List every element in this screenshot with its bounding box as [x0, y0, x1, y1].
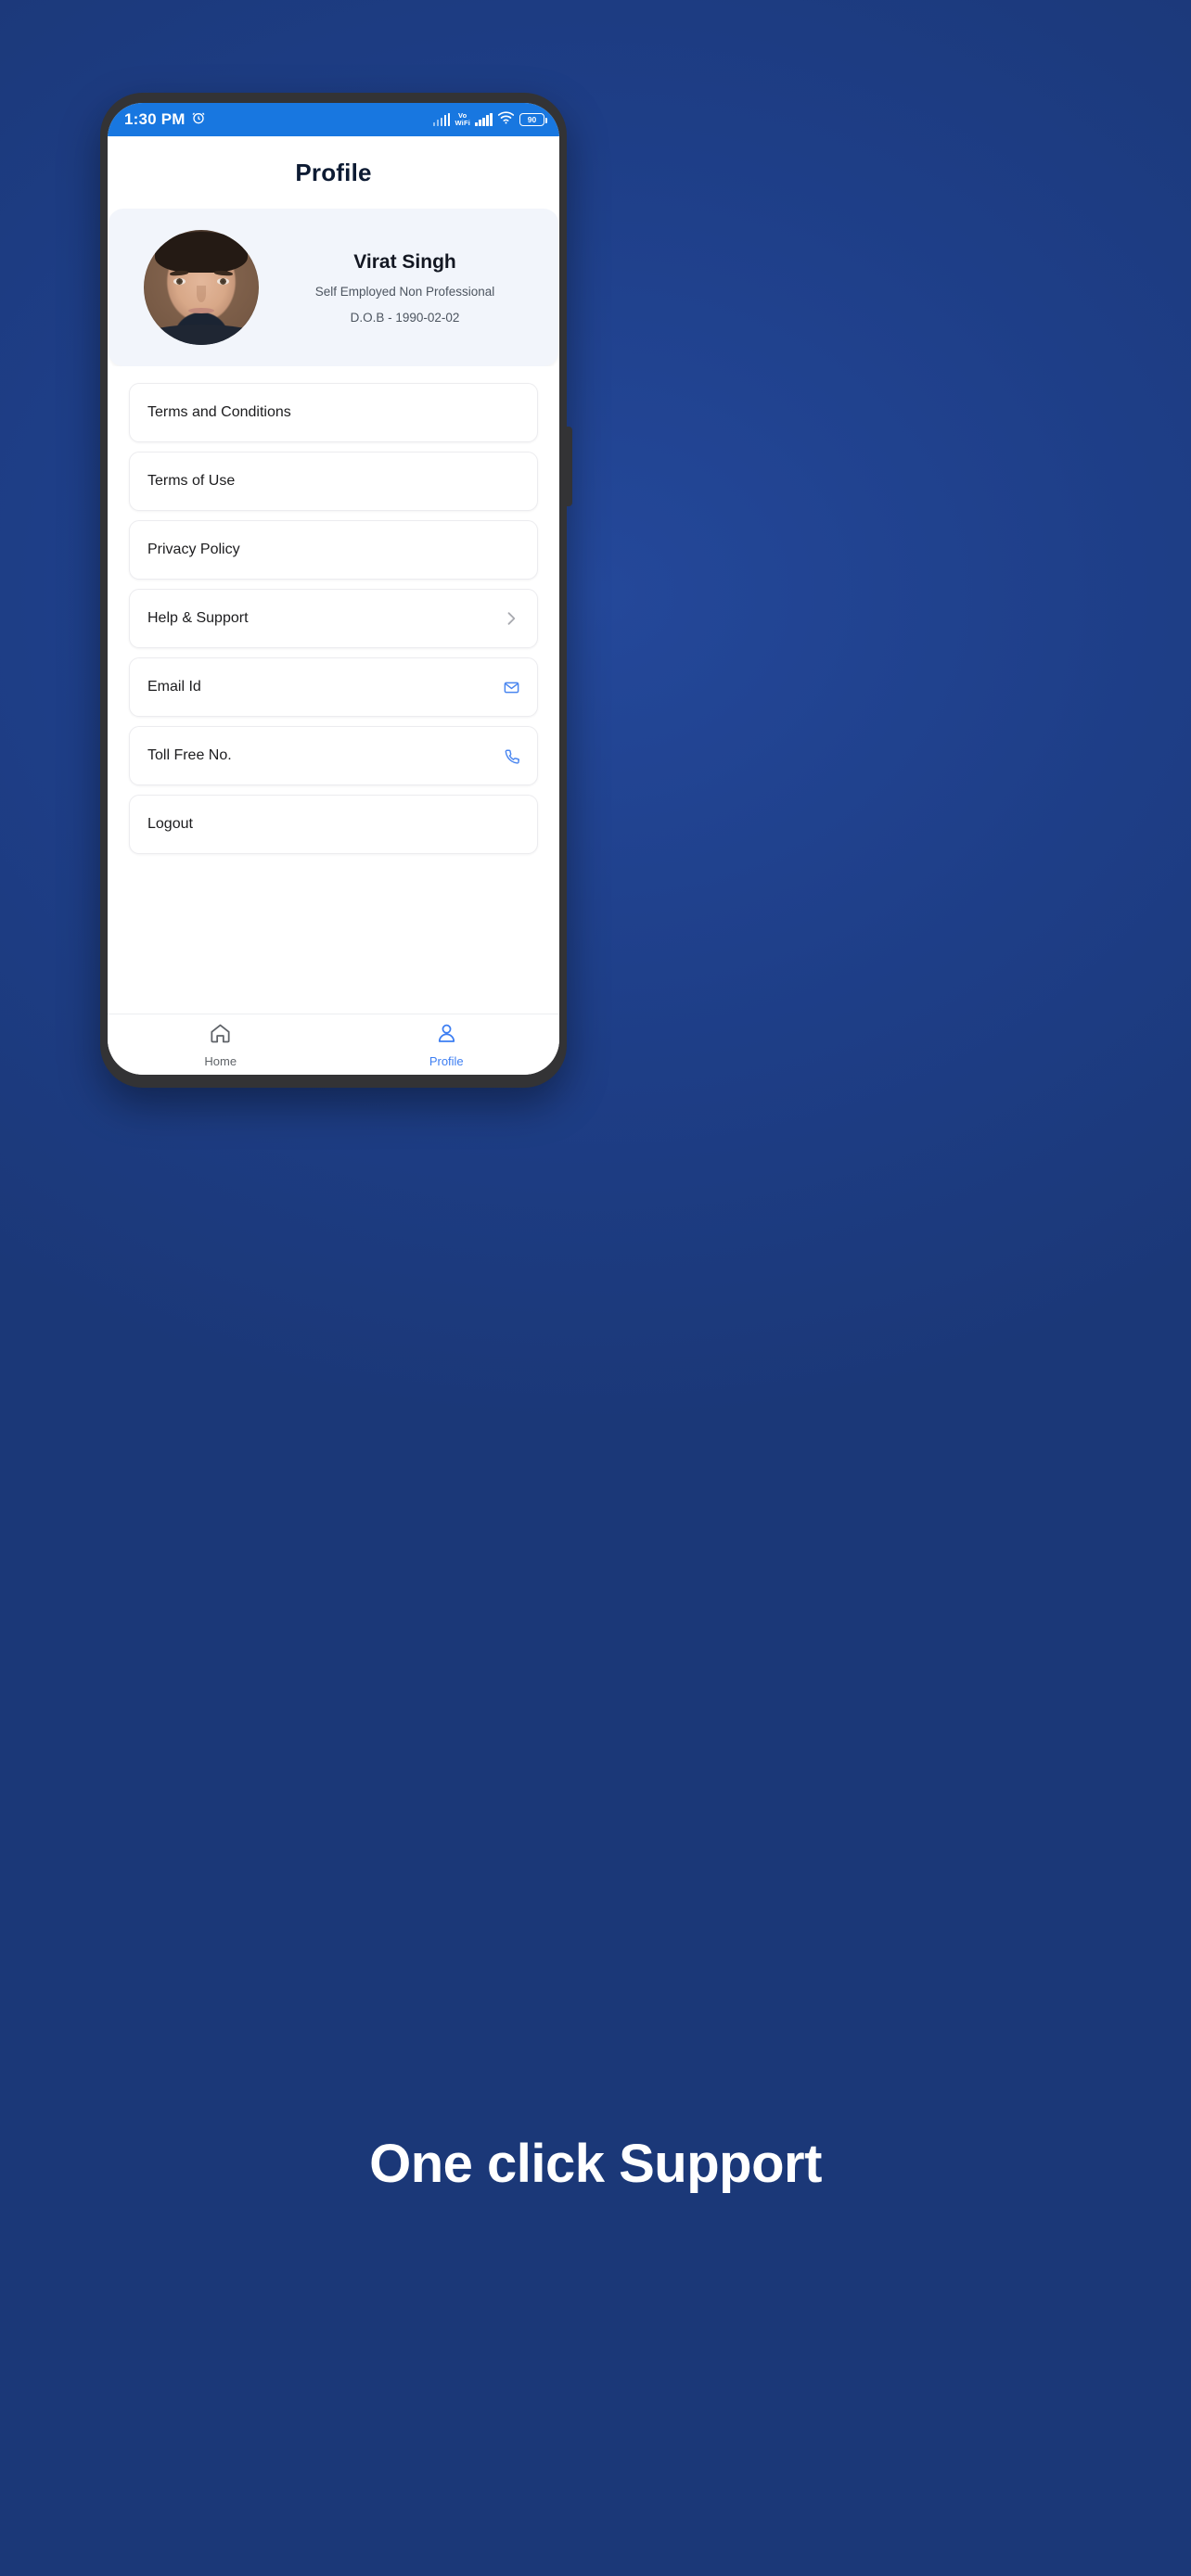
chevron-right-icon[interactable] [502, 609, 520, 628]
profile-occupation: Self Employed Non Professional [314, 284, 495, 299]
menu-item-label: Help & Support [147, 610, 249, 626]
menu-item-toll-free-no[interactable]: Toll Free No. [129, 726, 538, 785]
battery-icon: 90 [519, 113, 548, 126]
signal-bars-icon-2 [475, 112, 493, 126]
menu-item-label: Privacy Policy [147, 542, 240, 557]
bottom-navigation-bar: Home Profile [108, 1014, 559, 1075]
profile-menu-list: Terms and Conditions Terms of Use Privac… [108, 366, 559, 1014]
app-header: Profile [108, 136, 559, 209]
phone-icon[interactable] [503, 747, 520, 765]
status-bar-clock: 1:30 PM [124, 110, 186, 128]
avatar-nose [197, 286, 206, 302]
alarm-clock-icon [191, 110, 206, 130]
menu-item-label: Logout [147, 816, 193, 832]
phone-device-frame: 1:30 PM Vo WiFi 90 Profile Virat Singh S… [100, 93, 572, 1088]
menu-item-label: Toll Free No. [147, 747, 232, 763]
person-icon [435, 1022, 458, 1050]
vowifi-line2: WiFi [455, 119, 471, 127]
profile-summary-card: Virat Singh Self Employed Non Profession… [109, 209, 558, 366]
phone-side-button[interactable] [566, 427, 572, 506]
menu-item-terms-of-use[interactable]: Terms of Use [129, 452, 538, 511]
nav-item-profile[interactable]: Profile [334, 1014, 560, 1075]
nav-item-label: Home [204, 1053, 237, 1068]
menu-item-label: Email Id [147, 679, 201, 695]
status-bar-right: Vo WiFi 90 [432, 110, 548, 129]
menu-item-privacy-policy[interactable]: Privacy Policy [129, 520, 538, 580]
menu-item-help-and-support[interactable]: Help & Support [129, 589, 538, 648]
avatar[interactable] [144, 230, 259, 345]
menu-item-email-id[interactable]: Email Id [129, 657, 538, 717]
avatar-shoulders [144, 325, 259, 345]
avatar-mouth [188, 308, 214, 313]
status-bar-left: 1:30 PM [124, 110, 206, 130]
menu-item-label: Terms and Conditions [147, 404, 291, 420]
avatar-brow-right [213, 270, 234, 276]
battery-level-label: 90 [527, 114, 537, 124]
signal-bars-icon-1 [432, 112, 451, 126]
nav-item-home[interactable]: Home [108, 1014, 334, 1075]
promo-caption: One click Support [369, 2134, 822, 2194]
status-bar: 1:30 PM Vo WiFi 90 [108, 103, 559, 136]
avatar-eye-right [217, 278, 229, 285]
menu-item-label: Terms of Use [147, 473, 236, 489]
profile-date-of-birth: D.O.B - 1990-02-02 [350, 310, 460, 325]
envelope-icon[interactable] [503, 679, 520, 696]
home-icon [209, 1022, 232, 1050]
menu-item-terms-and-conditions[interactable]: Terms and Conditions [129, 383, 538, 442]
avatar-eye-left [173, 278, 186, 285]
volte-wifi-indicator: Vo WiFi [455, 111, 471, 128]
avatar-brow-left [169, 270, 189, 276]
menu-item-logout[interactable]: Logout [129, 795, 538, 854]
nav-item-label: Profile [429, 1053, 464, 1068]
page-title: Profile [295, 158, 372, 186]
wifi-icon [497, 110, 515, 129]
profile-name: Virat Singh [353, 250, 456, 273]
phone-screen: 1:30 PM Vo WiFi 90 Profile Virat Singh S… [108, 103, 559, 1075]
avatar-hair [155, 232, 248, 273]
profile-info: Virat Singh Self Employed Non Profession… [259, 251, 545, 325]
